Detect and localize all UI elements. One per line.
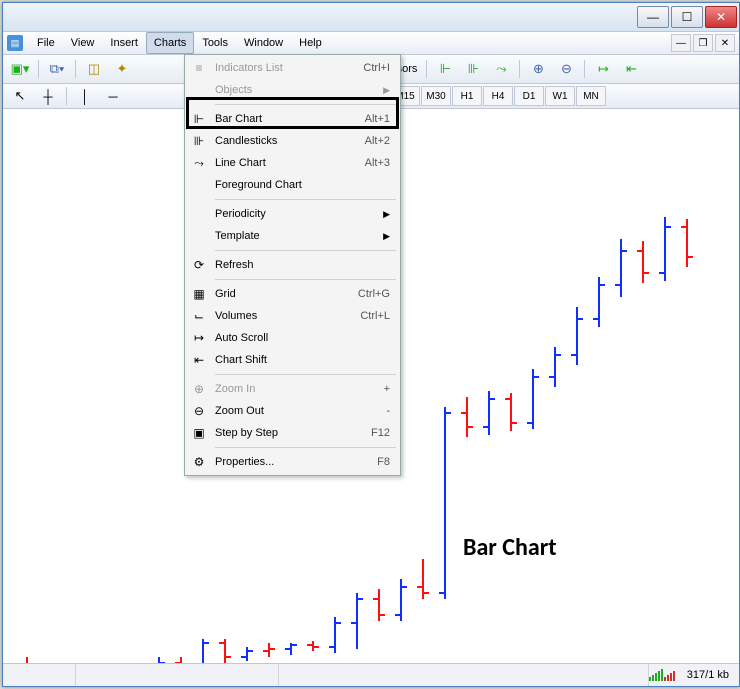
timeframe-m30[interactable]: M30 [421,86,451,106]
menu-item-zoom-in: ⊕Zoom In+ [187,378,398,400]
bar-chart-button[interactable]: ⊩ [432,58,458,80]
menu-item-candlesticks[interactable]: ⊪CandlesticksAlt+2 [187,130,398,152]
menu-help[interactable]: Help [291,32,330,54]
menu-item-objects: Objects▶ [187,79,398,101]
menubar: ▤ FileViewInsertChartsToolsWindowHelp — … [3,32,739,55]
app-icon: ▤ [7,35,23,51]
menu-file[interactable]: File [29,32,63,54]
zoom-out-button[interactable]: ⊖ [553,58,579,80]
navigator-button[interactable]: ✦ [109,58,135,80]
new-chart-button[interactable]: ▣▾ [7,58,33,80]
chart-shift-button[interactable]: ⇤ [618,58,644,80]
menu-view[interactable]: View [63,32,103,54]
cursor-button[interactable]: ↖ [7,85,33,107]
zoom-in-button[interactable]: ⊕ [525,58,551,80]
timeframe-h4[interactable]: H4 [483,86,513,106]
app-window: — ☐ ✕ ▤ FileViewInsertChartsToolsWindowH… [2,2,740,687]
auto-scroll-button[interactable]: ↦ [590,58,616,80]
horizontal-line-button[interactable]: ─ [100,85,126,107]
window-minimize-button[interactable]: — [637,6,669,28]
mdi-restore-button[interactable]: ❐ [693,34,713,52]
connection-label: 317/1 kb [687,669,739,681]
menu-item-chart-shift[interactable]: ⇤Chart Shift [187,349,398,371]
menu-item-zoom-out[interactable]: ⊖Zoom Out- [187,400,398,422]
market-watch-button[interactable]: ◫ [81,58,107,80]
menu-item-periodicity[interactable]: Periodicity▶ [187,203,398,225]
line-chart-button[interactable]: ⤳ [488,58,514,80]
candlestick-button[interactable]: ⊪ [460,58,486,80]
menu-insert[interactable]: Insert [102,32,146,54]
window-close-button[interactable]: ✕ [705,6,737,28]
profiles-button[interactable]: ⧉▾ [44,58,70,80]
menu-item-template[interactable]: Template▶ [187,225,398,247]
menu-item-refresh[interactable]: ⟳Refresh [187,254,398,276]
mdi-minimize-button[interactable]: — [671,34,691,52]
menu-tools[interactable]: Tools [194,32,236,54]
menu-item-foreground-chart[interactable]: Foreground Chart [187,174,398,196]
menu-item-properties[interactable]: ⚙Properties...F8 [187,451,398,473]
menu-item-volumes[interactable]: ⌙VolumesCtrl+L [187,305,398,327]
titlebar: — ☐ ✕ [3,3,739,32]
charts-menu-dropdown: ≡Indicators ListCtrl+IObjects▶ ⊩Bar Chart… [184,54,401,476]
timeframe-w1[interactable]: W1 [545,86,575,106]
menu-item-bar-chart[interactable]: ⊩Bar ChartAlt+1 [187,108,398,130]
timeframe-d1[interactable]: D1 [514,86,544,106]
menu-window[interactable]: Window [236,32,291,54]
mdi-close-button[interactable]: ✕ [715,34,735,52]
vertical-line-button[interactable]: │ [72,85,98,107]
timeframe-h1[interactable]: H1 [452,86,482,106]
annotation-label: Bar Chart [463,533,557,562]
menu-item-indicators-list: ≡Indicators ListCtrl+I [187,57,398,79]
menu-item-grid[interactable]: ▦GridCtrl+G [187,283,398,305]
crosshair-button[interactable]: ┼ [35,85,61,107]
menu-item-line-chart[interactable]: ⤳Line ChartAlt+3 [187,152,398,174]
timeframe-mn[interactable]: MN [576,86,606,106]
menu-item-auto-scroll[interactable]: ↦Auto Scroll [187,327,398,349]
window-maximize-button[interactable]: ☐ [671,6,703,28]
menu-charts[interactable]: Charts [146,32,194,54]
menu-item-step-by-step[interactable]: ▣Step by StepF12 [187,422,398,444]
connection-icon [649,669,683,681]
statusbar: 317/1 kb [3,663,739,686]
